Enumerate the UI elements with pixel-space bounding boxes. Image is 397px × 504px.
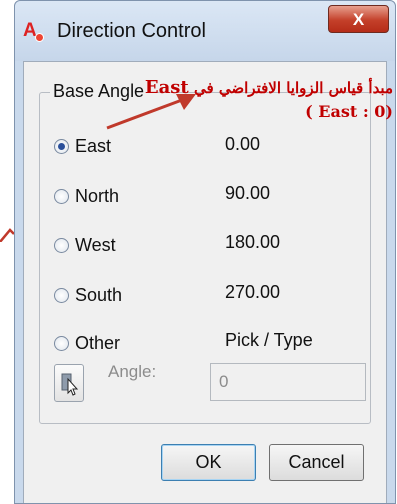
south-angle-value: 270.00 — [225, 282, 281, 302]
ok-button[interactable]: OK — [161, 444, 256, 481]
radio-north[interactable]: North — [54, 183, 119, 209]
radio-south[interactable]: South — [54, 282, 122, 308]
autocad-app-icon: A — [23, 21, 44, 42]
radio-other-label[interactable]: Other — [75, 333, 120, 354]
title-bar[interactable]: A Direction Control X — [15, 1, 395, 61]
radio-south-label[interactable]: South — [75, 285, 122, 306]
angle-label: Angle: — [108, 362, 157, 381]
angle-input[interactable]: 0 — [210, 363, 366, 401]
other-angle-value: Pick / Type — [225, 330, 313, 350]
radio-north-button[interactable] — [54, 188, 69, 204]
dialog-client-area: Base Angle East 0.00 North 90.00 West 18… — [23, 61, 387, 503]
direction-control-dialog: A Direction Control X Base Angle East 0.… — [14, 0, 396, 504]
radio-west-button[interactable] — [54, 237, 69, 253]
radio-other-button[interactable] — [54, 335, 69, 351]
radio-east[interactable]: East — [54, 133, 111, 159]
pick-point-cursor-icon — [61, 373, 79, 396]
cancel-button[interactable]: Cancel — [269, 444, 364, 481]
radio-north-label[interactable]: North — [75, 186, 119, 207]
pick-angle-button[interactable] — [54, 364, 84, 402]
window-title: Direction Control — [57, 20, 206, 42]
north-angle-value: 90.00 — [225, 183, 271, 203]
radio-west[interactable]: West — [54, 232, 116, 258]
west-angle-value: 180.00 — [225, 232, 281, 252]
east-angle-value: 0.00 — [225, 134, 261, 154]
radio-south-button[interactable] — [54, 287, 69, 303]
radio-east-label[interactable]: East — [75, 136, 111, 157]
radio-east-button[interactable] — [54, 138, 69, 154]
base-angle-group: Base Angle East 0.00 North 90.00 West 18… — [39, 81, 371, 424]
radio-west-label[interactable]: West — [75, 235, 116, 256]
close-button[interactable]: X — [328, 5, 389, 33]
annotation-arabic-text: مبدأ قياس الزوايا الافتراضي في — [193, 79, 393, 97]
radio-other[interactable]: Other — [54, 330, 120, 356]
red-arrow-icon — [106, 94, 196, 130]
